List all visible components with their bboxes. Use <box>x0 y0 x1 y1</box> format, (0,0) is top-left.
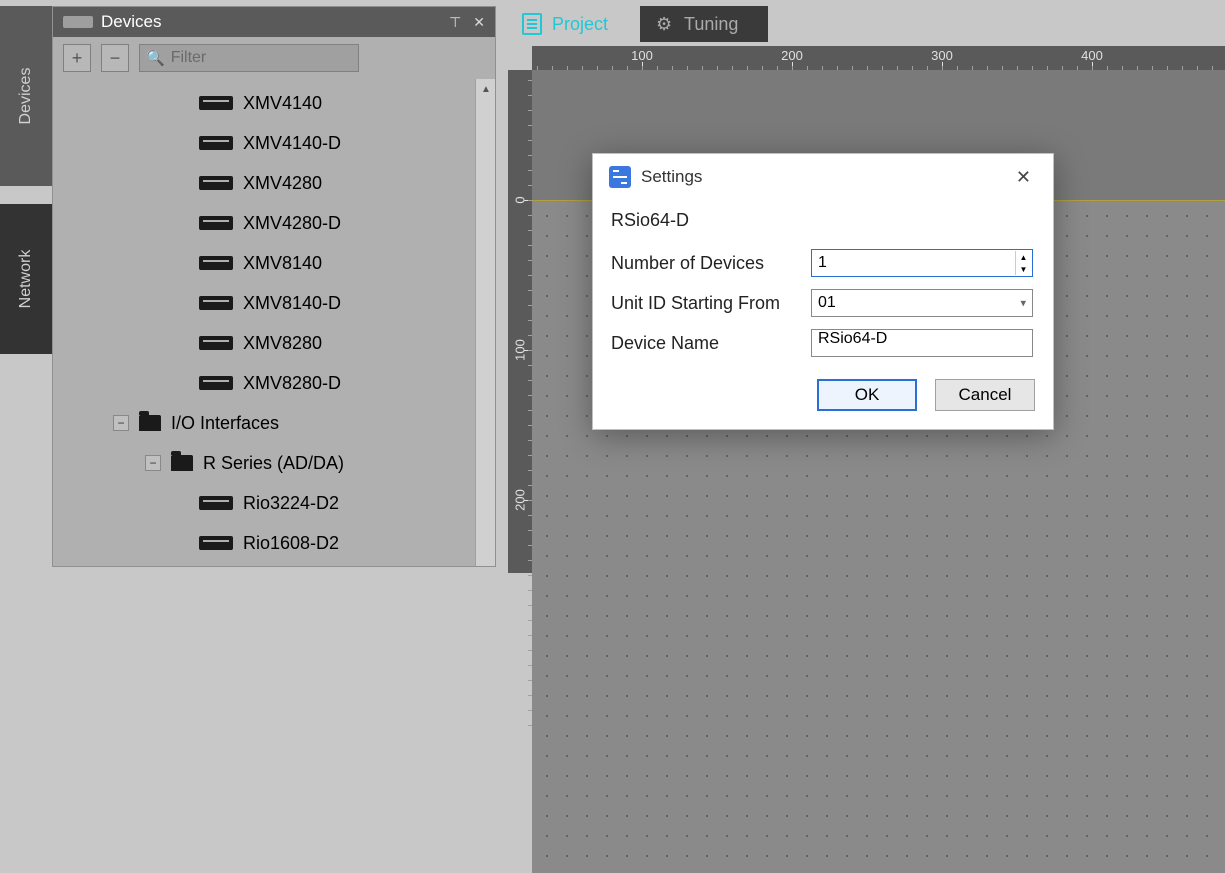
num-devices-input[interactable] <box>818 254 1012 272</box>
spinner-up-icon[interactable]: ▲ <box>1015 251 1031 263</box>
dialog-close-icon[interactable]: ✕ <box>1010 163 1037 192</box>
num-devices-field[interactable]: ▲ ▼ <box>811 249 1033 277</box>
dialog-titlebar: Settings ✕ <box>593 154 1053 200</box>
settings-dialog: Settings ✕ RSio64-D Number of Devices ▲ … <box>592 153 1054 430</box>
unit-id-label: Unit ID Starting From <box>611 293 811 314</box>
dialog-title: Settings <box>641 167 702 187</box>
device-name-label: Device Name <box>611 333 811 354</box>
dialog-mask: Settings ✕ RSio64-D Number of Devices ▲ … <box>0 0 1225 573</box>
chevron-down-icon: ▾ <box>1020 297 1026 310</box>
spinner-down-icon[interactable]: ▼ <box>1015 263 1031 275</box>
device-name-input[interactable] <box>818 330 1026 348</box>
num-devices-label: Number of Devices <box>611 253 811 274</box>
ok-button[interactable]: OK <box>817 379 917 411</box>
device-name-field[interactable] <box>811 329 1033 357</box>
dialog-device-name: RSio64-D <box>611 210 1035 231</box>
settings-icon <box>609 166 631 188</box>
unit-id-select[interactable]: 01 ▾ <box>811 289 1033 317</box>
unit-id-value: 01 <box>818 294 836 312</box>
dialog-body: RSio64-D Number of Devices ▲ ▼ Unit ID S… <box>593 200 1053 429</box>
cancel-button[interactable]: Cancel <box>935 379 1035 411</box>
